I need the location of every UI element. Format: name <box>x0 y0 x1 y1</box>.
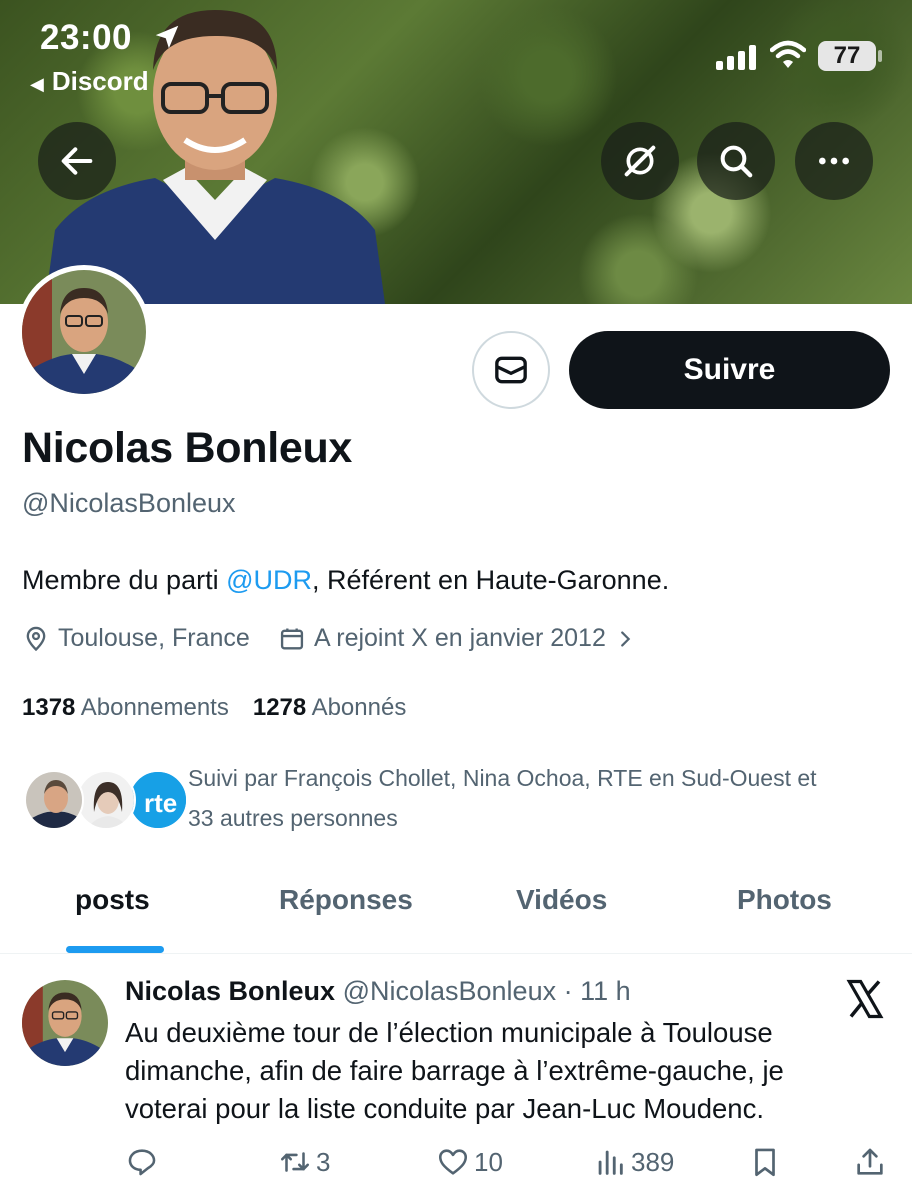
followers-link[interactable]: 1278 Abonnés <box>253 694 406 722</box>
cellular-signal-icon <box>716 44 756 70</box>
views-button[interactable]: 389 <box>593 1145 674 1179</box>
arrow-left-icon <box>61 147 93 175</box>
avatar-image <box>22 270 146 394</box>
battery-tip <box>878 50 882 62</box>
grok-button[interactable] <box>601 122 679 200</box>
location-pin-icon <box>26 626 46 651</box>
profile-name: Nicolas Bonleux <box>22 424 353 472</box>
post-line-1: Au deuxième tour de l’élection municipal… <box>125 1017 773 1048</box>
following-count: 1378 <box>22 694 76 721</box>
profile-handle: @NicolasBonleux <box>22 488 236 518</box>
profile-joined[interactable]: A rejoint X en janvier 2012 <box>278 624 636 653</box>
grok-icon <box>624 145 656 177</box>
reply-button[interactable] <box>125 1145 163 1179</box>
active-tab-indicator <box>66 946 164 953</box>
back-to-app-link[interactable]: ◀ Discord <box>30 66 149 97</box>
back-app-label: Discord <box>51 66 149 96</box>
tab-photos[interactable]: Photos <box>737 884 832 916</box>
post-body[interactable]: Au deuxième tour de l’élection municipal… <box>125 1014 885 1128</box>
post-actions: 3 10 389 <box>0 1145 912 1189</box>
more-dots-icon <box>819 157 849 165</box>
followers-count: 1278 <box>252 694 307 721</box>
battery-indicator: 77 <box>818 41 876 71</box>
tab-replies[interactable]: Réponses <box>279 884 413 916</box>
tab-videos[interactable]: Vidéos <box>516 884 607 916</box>
views-count: 389 <box>631 1146 675 1177</box>
post-author-avatar[interactable] <box>22 980 108 1066</box>
profile-bio: Membre du parti @UDR, Référent en Haute-… <box>22 565 669 596</box>
analytics-icon <box>598 1150 623 1175</box>
follower-avatar-1 <box>24 770 84 830</box>
chevron-right-icon <box>621 630 631 647</box>
followed-by-text[interactable]: Suivi par François Chollet, Nina Ochoa, … <box>188 758 888 838</box>
post-handle-time: @NicolasBonleux · 11 h <box>342 976 631 1006</box>
bookmark-icon <box>755 1148 775 1177</box>
back-triangle-icon: ◀ <box>30 74 44 94</box>
bio-suffix: , Référent en Haute-Garonne. <box>312 565 670 595</box>
reply-icon <box>128 1149 156 1176</box>
followers-label: Abonnés <box>311 694 407 721</box>
profile-avatar[interactable] <box>17 265 151 399</box>
location-text: Toulouse, France <box>58 624 250 652</box>
profile-location: Toulouse, France <box>22 624 250 653</box>
post-header: Nicolas Bonleux @NicolasBonleux · 11 h <box>125 976 631 1007</box>
follow-button[interactable]: Suivre <box>569 331 890 409</box>
post-author-name[interactable]: Nicolas Bonleux <box>125 976 335 1006</box>
more-options-button[interactable] <box>795 122 873 200</box>
tab-posts[interactable]: posts <box>75 884 150 916</box>
following-label: Abonnements <box>80 694 229 721</box>
like-button[interactable]: 10 <box>436 1145 503 1179</box>
joined-text: A rejoint X en janvier 2012 <box>314 624 606 652</box>
calendar-icon <box>280 628 304 649</box>
post-line-2: dimanche, afin de faire barrage à l’extr… <box>125 1055 784 1086</box>
followed-by-line-1: Suivi par François Chollet, Nina Ochoa, … <box>188 765 817 791</box>
followed-by-line-2: 33 autres personnes <box>188 805 398 831</box>
post-avatar-image <box>22 980 108 1066</box>
location-arrow-icon <box>155 25 179 49</box>
follow-counts: 1378 Abonnements 1278 Abonnés <box>22 694 406 722</box>
share-button[interactable] <box>853 1145 891 1179</box>
following-link[interactable]: 1378 Abonnements <box>22 694 229 722</box>
post-line-3: voterai pour la liste conduite par Jean-… <box>125 1093 764 1124</box>
status-time: 23:00 <box>40 18 133 57</box>
repost-icon <box>280 1152 310 1172</box>
heart-icon <box>438 1149 468 1175</box>
envelope-icon <box>495 356 527 384</box>
search-button[interactable] <box>697 122 775 200</box>
share-icon <box>857 1148 883 1175</box>
bookmark-button[interactable] <box>748 1145 786 1179</box>
followed-by-avatars[interactable]: rte <box>24 770 188 832</box>
wifi-icon <box>770 40 806 68</box>
message-button[interactable] <box>472 331 550 409</box>
bio-mention-link[interactable]: @UDR <box>226 565 312 595</box>
repost-button[interactable]: 3 <box>278 1145 330 1179</box>
repost-count: 3 <box>316 1146 331 1177</box>
like-count: 10 <box>474 1146 503 1177</box>
svg-text:rte: rte <box>144 788 177 818</box>
follower-avatar-3: rte <box>128 770 188 830</box>
profile-tabs: posts Réponses Vidéos Photos <box>0 860 912 954</box>
follower-avatar-2 <box>76 770 136 830</box>
search-icon <box>720 145 753 178</box>
bio-prefix: Membre du parti <box>22 565 227 595</box>
back-button[interactable] <box>38 122 116 200</box>
